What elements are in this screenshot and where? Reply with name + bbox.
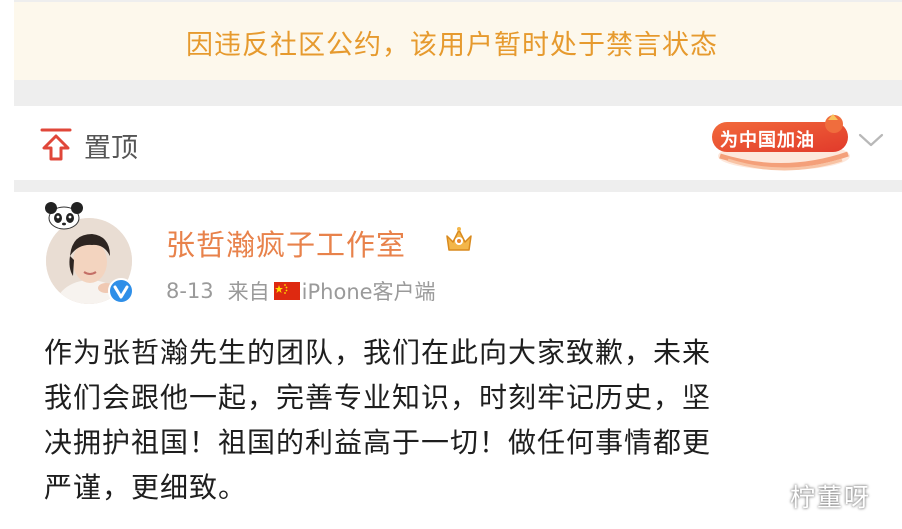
author-avatar-group[interactable] [42, 200, 142, 304]
pin-top-icon [40, 128, 72, 161]
ban-notice-text: 因违反社区公约，该用户暂时处于禁言状态 [186, 29, 718, 61]
cheer-china-text: 为中国加油 [720, 130, 815, 151]
china-flag-icon [273, 282, 300, 300]
weibo-profile-screen: 因违反社区公约，该用户暂时处于禁言状态 置顶 为中国加油 张哲瀚疯子工作室 8-… [0, 0, 902, 529]
section-divider [14, 80, 902, 106]
post-text: 作为张哲瀚先生的团队，我们在此向大家致歉，未来 我们会跟他一起，完善专业知识，时… [44, 330, 872, 510]
ban-notice-banner: 因违反社区公约，该用户暂时处于禁言状态 [14, 0, 902, 82]
post-date: 8-13 [166, 279, 214, 303]
watermark: 柠董呀 [790, 483, 872, 512]
post-meta: 8-13 来自 iPhone客户端 [166, 276, 436, 306]
post-text-line: 严谨，更细致。 [44, 471, 248, 504]
post-source[interactable]: iPhone客户端 [302, 276, 436, 306]
post-text-line: 我们会跟他一起，完善专业知识，时刻牢记历史，坚 [44, 381, 712, 414]
author-name[interactable]: 张哲瀚疯子工作室 [166, 222, 406, 264]
post-text-line: 决拥护祖国！祖国的利益高于一切！做任何事情都更 [44, 426, 712, 459]
source-prefix: 来自 [227, 280, 270, 304]
crown-icon[interactable] [444, 224, 474, 254]
post-text-line: 作为张哲瀚先生的团队，我们在此向大家致歉，未来 [44, 336, 712, 369]
verified-icon [108, 278, 134, 304]
section-gap [14, 180, 902, 192]
chevron-down-icon[interactable] [856, 128, 886, 152]
weibo-post: 张哲瀚疯子工作室 8-13 来自 iPhone客户端 作为张哲瀚先生的团队，我们… [14, 192, 902, 529]
pinned-label: 置顶 [84, 133, 138, 164]
panda-icon [45, 202, 83, 230]
pinned-header[interactable]: 置顶 为中国加油 [14, 106, 902, 180]
